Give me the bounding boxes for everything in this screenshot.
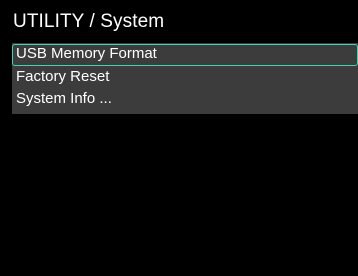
menu-item-usb-memory-format[interactable]: USB Memory Format [12, 44, 358, 66]
page-title: UTILITY / System [13, 11, 165, 32]
menu-item-system-info[interactable]: System Info ... [12, 89, 358, 111]
system-menu: USB Memory Format Factory Reset System I… [12, 43, 358, 114]
utility-system-screen: UTILITY / System USB Memory Format Facto… [0, 0, 358, 276]
menu-item-factory-reset[interactable]: Factory Reset [12, 67, 358, 89]
